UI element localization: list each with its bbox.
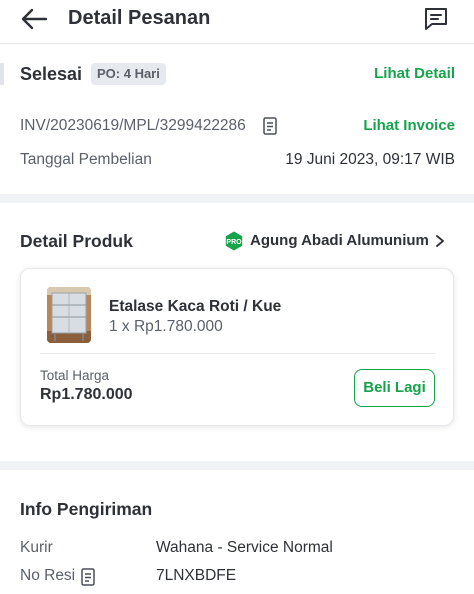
app-header: Detail Pesanan <box>0 0 474 44</box>
order-status: Selesai <box>20 64 83 84</box>
product-card: Etalase Kaca Roti / Kue 1 x Rp1.780.000 … <box>20 268 454 426</box>
po-badge: PO: 4 Hari <box>91 63 166 85</box>
svg-text:PRO: PRO <box>226 239 242 246</box>
copy-icon[interactable] <box>263 117 277 135</box>
product-quantity-price: 1 x Rp1.780.000 <box>109 318 223 335</box>
status-accent-bar <box>0 63 4 85</box>
invoice-number: INV/20230619/MPL/3299422286 <box>20 117 246 134</box>
product-name[interactable]: Etalase Kaca Roti / Kue <box>109 297 281 317</box>
courier-label: Kurir <box>20 539 53 556</box>
arrow-left-icon <box>21 8 48 30</box>
purchase-date-label: Tanggal Pembelian <box>20 151 152 168</box>
total-price-label: Total Harga <box>40 368 110 383</box>
seller-link[interactable]: PRO Agung Abadi Alumunium <box>224 230 454 252</box>
section-divider <box>0 194 474 203</box>
pro-badge-icon: PRO <box>225 231 243 251</box>
page-title: Detail Pesanan <box>68 7 211 29</box>
card-divider <box>40 353 436 354</box>
product-detail-title: Detail Produk <box>20 231 133 251</box>
receipt-number-label: No Resi <box>20 567 76 584</box>
chat-icon <box>425 8 447 30</box>
seller-name: Agung Abadi Alumunium <box>250 232 429 249</box>
shipping-info-title: Info Pengiriman <box>20 499 153 519</box>
chevron-right-icon <box>436 235 444 247</box>
back-button[interactable] <box>18 5 50 33</box>
buy-again-button[interactable]: Beli Lagi <box>354 369 435 407</box>
see-detail-link[interactable]: Lihat Detail <box>374 64 455 84</box>
receipt-number-value: 7LNXBDFE <box>156 567 237 584</box>
see-invoice-link[interactable]: Lihat Invoice <box>363 116 455 136</box>
section-divider <box>0 461 474 470</box>
courier-value: Wahana - Service Normal <box>156 539 333 556</box>
copy-icon[interactable] <box>81 568 95 586</box>
purchase-date-value: 19 Juni 2023, 09:17 WIB <box>285 151 455 168</box>
chat-button[interactable] <box>422 5 450 33</box>
total-price-value: Rp1.780.000 <box>40 386 133 403</box>
product-image[interactable] <box>47 287 91 343</box>
